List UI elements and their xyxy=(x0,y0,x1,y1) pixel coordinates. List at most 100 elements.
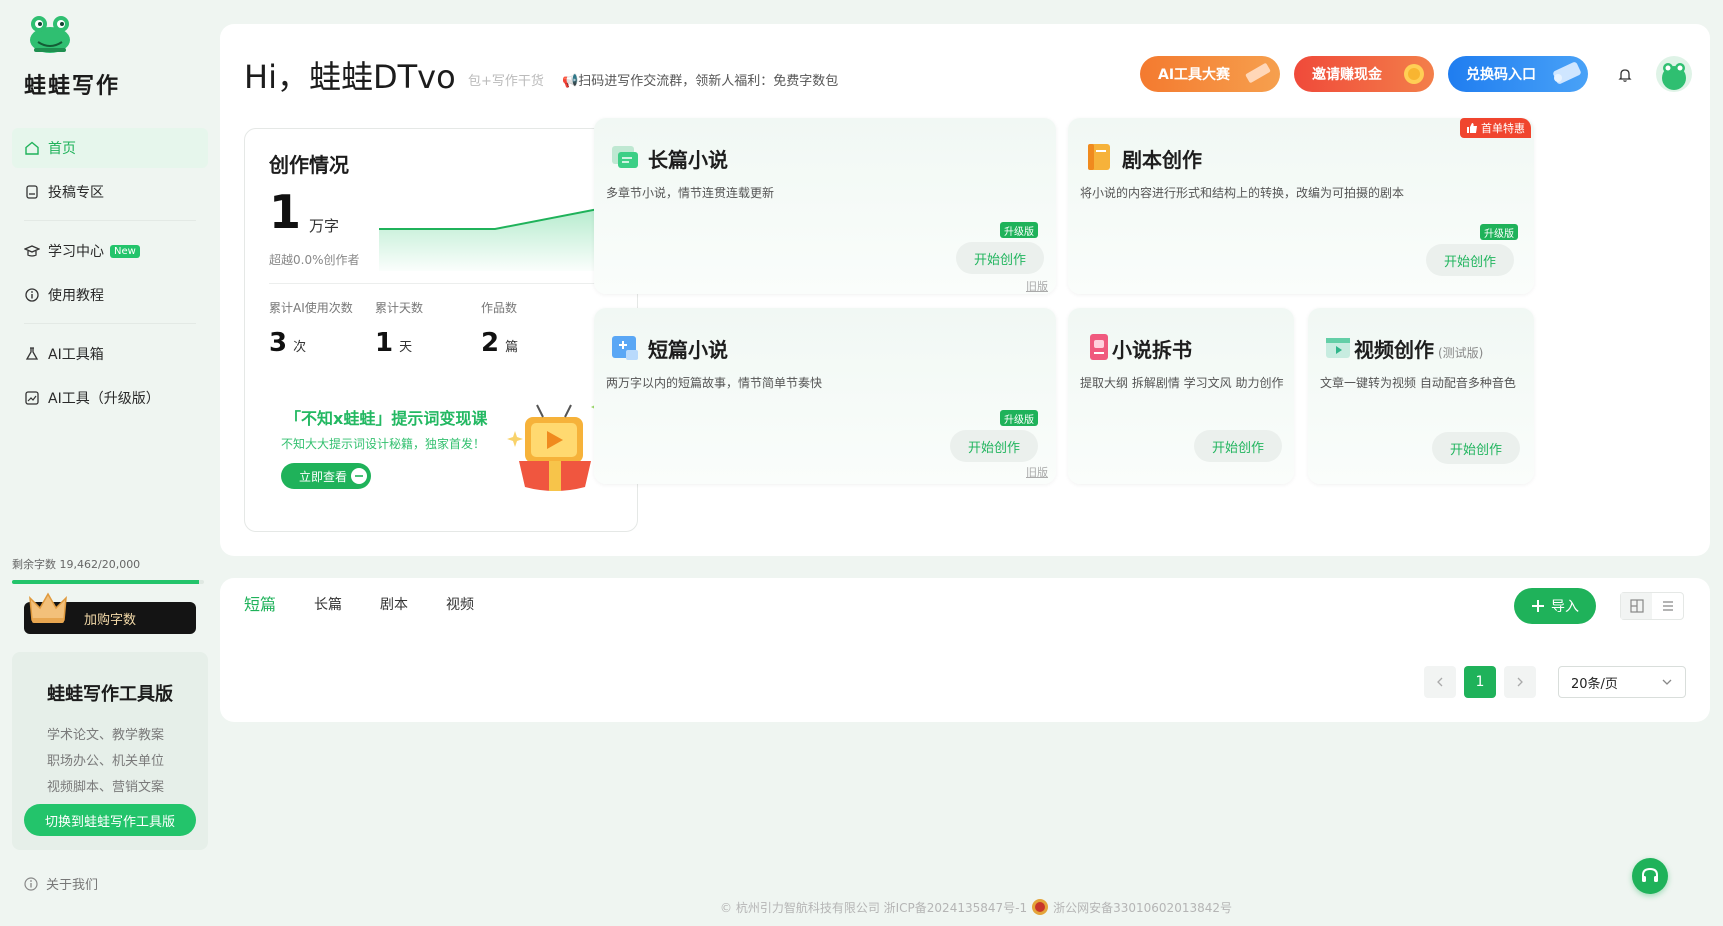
footer-police-record[interactable]: 浙公网安备33010602013842号 xyxy=(1053,899,1232,916)
promo-line: 视频脚本、营销文案 xyxy=(47,780,165,795)
page-size-value: 20条/页 xyxy=(1571,676,1618,692)
days-stat: 累计天数 1天 xyxy=(375,299,423,358)
coin-icon xyxy=(1404,64,1424,84)
words-left: 剩余字数 19,462/20,000 xyxy=(12,556,140,572)
sidebar-item-label: 使用教程 xyxy=(48,288,104,304)
short-novel-old-version-link[interactable]: 旧版 xyxy=(1026,464,1048,480)
days-unit: 天 xyxy=(399,340,413,355)
script-title: 剧本创作 xyxy=(1122,148,1202,172)
about-us-label: 关于我们 xyxy=(46,878,99,893)
course-promo-subtitle: 不知大大提示词设计秘籍，独家首发！ xyxy=(281,437,486,451)
footer: © 杭州引力智航科技有限公司 浙ICP备2024135847号-1 浙公网安备3… xyxy=(720,898,1232,916)
tab-script[interactable]: 剧本 xyxy=(380,594,408,616)
short-novel-start-button[interactable]: 开始创作 xyxy=(950,430,1038,462)
ai-uses-unit: 次 xyxy=(293,340,307,355)
ai-tool-contest-button[interactable]: AI工具大赛 xyxy=(1140,56,1280,92)
beta-tag: (测试版) xyxy=(1438,346,1484,360)
script-card[interactable]: 剧本创作 将小说的内容进行形式和结构上的转换，改编为可拍摄的剧本 首单特惠 升级… xyxy=(1068,118,1534,294)
view-course-button[interactable]: 立即查看 xyxy=(281,463,371,489)
new-badge: New xyxy=(110,244,140,258)
works-stat: 作品数 2篇 xyxy=(481,299,518,358)
invite-cash-button[interactable]: 邀请赚现金 xyxy=(1294,56,1434,92)
graduation-cap-icon xyxy=(24,243,40,259)
invite-cash-label: 邀请赚现金 xyxy=(1312,67,1382,83)
sidebar-item-label: 投稿专区 xyxy=(48,185,104,201)
novel-breakdown-card[interactable]: 小说拆书 提取大纲 拆解剧情 学习文风 助力创作 开始创作 xyxy=(1068,308,1294,484)
about-us-link[interactable]: 关于我们 xyxy=(24,874,98,893)
breakdown-start-button[interactable]: 开始创作 xyxy=(1194,430,1282,462)
long-novel-old-version-link[interactable]: 旧版 xyxy=(1026,278,1048,294)
long-novel-start-button[interactable]: 开始创作 xyxy=(956,242,1044,274)
words-left-label: 剩余字数 xyxy=(12,558,56,571)
view-toggle xyxy=(1620,592,1684,620)
page-button-current[interactable]: 1 xyxy=(1464,666,1496,698)
chevron-left-icon xyxy=(1437,677,1443,687)
tab-video[interactable]: 视频 xyxy=(446,594,474,616)
grid-view-icon[interactable] xyxy=(1621,593,1652,619)
arrow-right-icon xyxy=(351,468,367,484)
sidebar-item-submission[interactable]: 投稿专区 xyxy=(12,172,208,212)
sidebar-nav: 首页 投稿专区 学习中心 New 使用教程 AI工具箱 AI工具（升级版） xyxy=(12,128,208,422)
user-avatar[interactable] xyxy=(1656,56,1692,92)
sidebar-item-home[interactable]: 首页 xyxy=(12,128,208,168)
video-creation-desc: 文章一键转为视频 自动配音多种音色 xyxy=(1320,376,1516,390)
video-creation-icon xyxy=(1326,338,1350,358)
works-unit: 篇 xyxy=(505,340,519,355)
thumb-up-icon xyxy=(1467,123,1477,133)
import-button[interactable]: 导入 xyxy=(1514,588,1596,624)
sidebar-item-label: 首页 xyxy=(48,141,76,157)
customer-support-button[interactable] xyxy=(1632,858,1668,894)
words-left-progress-fill xyxy=(12,580,199,584)
works-value: 2 xyxy=(481,328,500,358)
promo-line: 学术论文、教学教案 xyxy=(47,728,165,743)
info-icon xyxy=(24,876,38,891)
words-left-value: 19,462/20,000 xyxy=(59,558,141,571)
words-left-progress xyxy=(12,580,204,584)
sidebar-item-ai-toolbox[interactable]: AI工具箱 xyxy=(12,334,208,374)
footer-company: © 杭州引力智航科技有限公司 浙ICP备2024135847号-1 xyxy=(720,900,1028,915)
tab-long[interactable]: 长篇 xyxy=(314,594,342,616)
headset-icon xyxy=(1642,867,1658,882)
redeem-code-button[interactable]: 兑换码入口 xyxy=(1448,56,1588,92)
sidebar-item-label: AI工具（升级版） xyxy=(48,391,160,407)
first-order-discount-badge: 首单特惠 xyxy=(1460,118,1531,138)
short-novel-card[interactable]: 短篇小说 两万字以内的短篇故事，情节简单节奏快 升级版 开始创作 旧版 xyxy=(594,308,1056,484)
course-promo-title[interactable]: 「不知x蛙蛙」提示词变现课 xyxy=(285,405,487,429)
app-logo[interactable]: 蛙蛙写作 xyxy=(24,14,144,104)
upgrade-badge: 升级版 xyxy=(1000,222,1038,238)
switch-tool-edition-button[interactable]: 切换到蛙蛙写作工具版 xyxy=(24,804,196,836)
sidebar-item-ai-tools-upgrade[interactable]: AI工具（升级版） xyxy=(12,378,208,418)
breakdown-book-icon xyxy=(1090,334,1108,360)
app-name: 蛙蛙写作 xyxy=(24,74,121,99)
video-creation-start-button[interactable]: 开始创作 xyxy=(1432,432,1520,464)
announcement-ticker[interactable]: 包+写作干货 📢扫码进写作交流群，领新人福利：免费字数包 xyxy=(468,70,1084,90)
script-start-button[interactable]: 开始创作 xyxy=(1426,244,1514,276)
script-desc: 将小说的内容进行形式和结构上的转换，改编为可拍摄的剧本 xyxy=(1080,186,1405,200)
police-badge-icon xyxy=(1032,899,1049,915)
nav-divider xyxy=(24,220,196,221)
next-page-button[interactable] xyxy=(1504,666,1536,698)
long-novel-card[interactable]: 长篇小说 多章节小说，情节连贯连载更新 升级版 开始创作 旧版 xyxy=(594,118,1056,294)
notification-bell-icon[interactable] xyxy=(1610,60,1640,90)
chevron-right-icon xyxy=(1517,677,1523,687)
ticket-icon xyxy=(1553,62,1581,84)
days-value: 1 xyxy=(375,328,394,358)
info-icon xyxy=(24,287,40,303)
sidebar-item-tutorial[interactable]: 使用教程 xyxy=(12,275,208,315)
submit-icon xyxy=(24,184,40,200)
tv-gift-illustration xyxy=(507,401,601,491)
ticker-text: 📢扫码进写作交流群，领新人福利：免费字数包 xyxy=(562,74,839,89)
video-creation-card[interactable]: 视频创作 (测试版) 文章一键转为视频 自动配音多种音色 开始创作 xyxy=(1308,308,1534,484)
ai-uses-stat: 累计AI使用次数 3次 xyxy=(269,299,353,358)
ticker-faded-text: 包+写作干货 xyxy=(468,74,544,89)
page-size-select[interactable]: 20条/页 xyxy=(1558,666,1686,698)
tab-short[interactable]: 短篇 xyxy=(244,594,276,616)
prev-page-button[interactable] xyxy=(1424,666,1456,698)
words-trend-chart xyxy=(379,204,619,271)
redeem-code-label: 兑换码入口 xyxy=(1466,67,1536,83)
sidebar-item-learning[interactable]: 学习中心 New xyxy=(12,231,208,271)
home-icon xyxy=(24,140,40,156)
long-novel-desc: 多章节小说，情节连贯连载更新 xyxy=(606,186,775,200)
list-view-icon[interactable] xyxy=(1652,593,1683,619)
upgrade-badge: 升级版 xyxy=(1480,224,1518,240)
